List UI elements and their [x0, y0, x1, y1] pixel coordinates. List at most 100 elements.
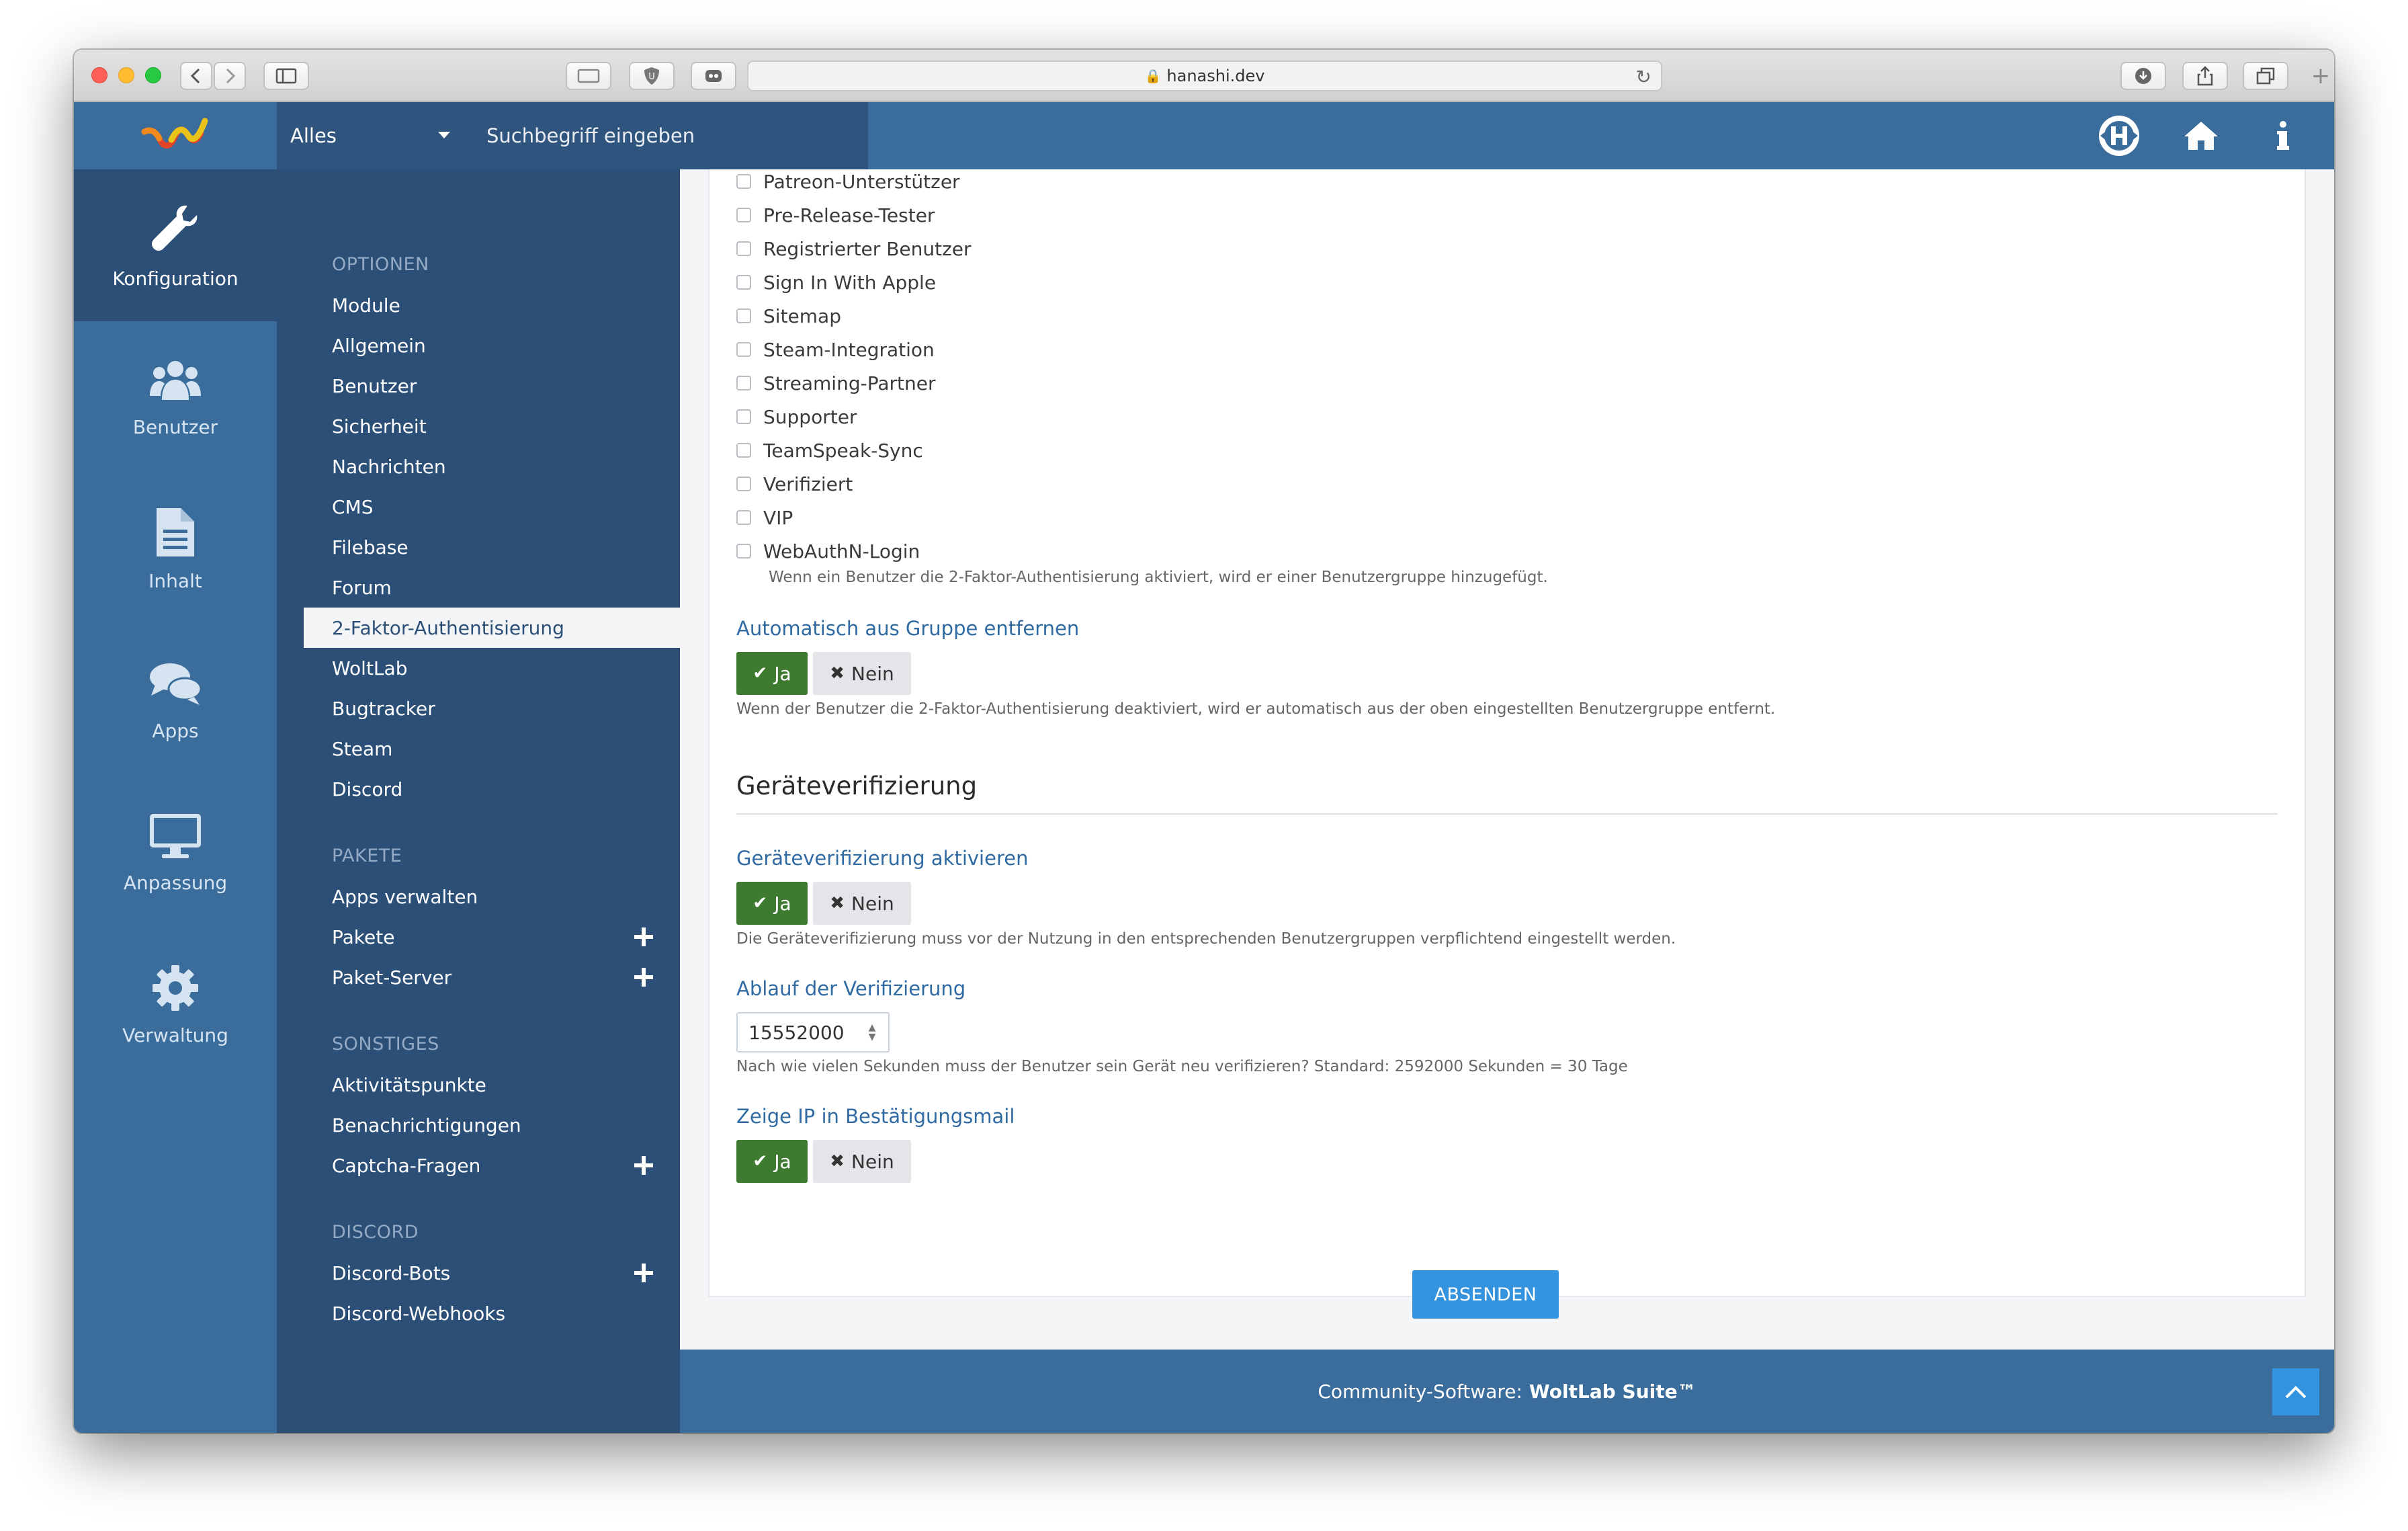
menu-item-cms[interactable]: CMS	[304, 487, 680, 527]
menu-section-sonstiges: SONSTIGES	[332, 1034, 439, 1054]
device-enable-description: Die Geräteverifizierung muss vor der Nut…	[736, 930, 1676, 948]
group-checkbox-row[interactable]: TeamSpeak-Sync	[736, 433, 923, 467]
menu-item-allgemein[interactable]: Allgemein	[304, 325, 680, 366]
device-enable-no-button[interactable]: ✖ Nein	[813, 882, 911, 925]
group-checkbox-row[interactable]: Registrierter Benutzer	[736, 232, 972, 265]
show-ip-no-button[interactable]: ✖ Nein	[813, 1140, 911, 1183]
rail-item-inhalt[interactable]: Inhalt	[74, 473, 277, 625]
plus-icon[interactable]	[634, 1156, 653, 1175]
menu-item-benachrichtigungen[interactable]: Benachrichtigungen	[304, 1105, 680, 1145]
menu-item-benutzer[interactable]: Benutzer	[304, 366, 680, 406]
checkbox[interactable]	[736, 443, 751, 458]
rail-item-apps[interactable]: Apps	[74, 625, 277, 777]
checkbox[interactable]	[736, 174, 751, 189]
group-checkbox-row[interactable]: Patreon-Unterstützer	[736, 165, 960, 198]
auto-remove-toggle: ✔ Ja ✖ Nein	[736, 652, 911, 695]
group-checkbox-row[interactable]: Supporter	[736, 400, 857, 433]
group-checkbox-row[interactable]: VIP	[736, 501, 793, 534]
checkbox[interactable]	[736, 308, 751, 323]
group-checkbox-row[interactable]: WebAuthN-Login	[736, 534, 920, 568]
rail-item-benutzer[interactable]: Benutzer	[74, 321, 277, 473]
plus-icon[interactable]	[634, 927, 653, 946]
group-checkbox-row[interactable]: Sign In With Apple	[736, 265, 936, 299]
checkbox[interactable]	[736, 409, 751, 424]
reload-icon[interactable]: ↻	[1636, 66, 1651, 88]
auto-remove-no-button[interactable]: ✖ Nein	[813, 652, 911, 695]
hanashi-profile-button[interactable]	[2098, 114, 2141, 157]
menu-item-forum[interactable]: Forum	[304, 567, 680, 608]
menu-item-discord-bots[interactable]: Discord-Bots	[304, 1253, 680, 1293]
menu-item-nachrichten[interactable]: Nachrichten	[304, 446, 680, 487]
sidebar-toggle-button[interactable]	[263, 62, 309, 90]
forward-button[interactable]	[214, 62, 246, 90]
device-enable-yes-button[interactable]: ✔ Ja	[736, 882, 808, 925]
checkbox[interactable]	[736, 208, 751, 222]
menu-item-discord[interactable]: Discord	[304, 769, 680, 809]
new-tab-button[interactable]: +	[2307, 62, 2334, 90]
no-label: Nein	[851, 1150, 894, 1173]
group-checkbox-row[interactable]: Pre-Release-Tester	[736, 198, 935, 232]
downloads-button[interactable]	[2120, 62, 2166, 90]
expiry-input[interactable]: 15552000 ▲ ▼	[736, 1012, 890, 1052]
home-button[interactable]	[2180, 114, 2223, 157]
scroll-to-top-button[interactable]	[2272, 1368, 2319, 1415]
menu-item-paket-server[interactable]: Paket-Server	[304, 957, 680, 997]
checkbox[interactable]	[736, 241, 751, 256]
menu-item-captcha-fragen[interactable]: Captcha-Fragen	[304, 1145, 680, 1186]
chevron-right-icon	[226, 68, 236, 84]
checkbox[interactable]	[736, 477, 751, 491]
rail-item-label: Apps	[152, 719, 199, 742]
info-button[interactable]	[2262, 114, 2305, 157]
no-label: Nein	[851, 892, 894, 915]
rail-item-konfiguration[interactable]: Konfiguration	[74, 169, 277, 321]
show-ip-yes-button[interactable]: ✔ Ja	[736, 1140, 808, 1183]
group-checkbox-row[interactable]: Sitemap	[736, 299, 841, 333]
search-input[interactable]	[465, 102, 868, 169]
checkbox[interactable]	[736, 275, 751, 290]
auto-remove-yes-button[interactable]: ✔ Ja	[736, 652, 808, 695]
stepper-icon[interactable]: ▲ ▼	[867, 1023, 877, 1043]
minimize-window-button[interactable]	[118, 67, 134, 83]
menu-item-aktivitaetspunkte[interactable]: Aktivitätspunkte	[304, 1065, 680, 1105]
group-label: Supporter	[763, 405, 857, 428]
menu-item-2-faktor-authentisierung[interactable]: 2-Faktor-Authentisierung	[304, 608, 680, 648]
menu-item-woltlab[interactable]: WoltLab	[304, 648, 680, 688]
close-window-button[interactable]	[91, 67, 108, 83]
submit-button[interactable]: ABSENDEN	[1412, 1270, 1559, 1319]
checkbox[interactable]	[736, 544, 751, 558]
checkbox[interactable]	[736, 376, 751, 390]
plus-icon[interactable]	[634, 1264, 653, 1282]
menu-item-module[interactable]: Module	[304, 285, 680, 325]
group-checkbox-row[interactable]: Verifiziert	[736, 467, 853, 501]
checkbox[interactable]	[736, 342, 751, 357]
search-scope-dropdown[interactable]: Alles	[277, 102, 465, 169]
close-icon: ✖	[830, 1151, 845, 1171]
menu-item-apps-verwalten[interactable]: Apps verwalten	[304, 876, 680, 917]
rail-item-verwaltung[interactable]: Verwaltung	[74, 929, 277, 1081]
tabs-overview-button[interactable]	[2243, 62, 2288, 90]
sub-navigation-menu: OPTIONEN Module Allgemein Benutzer Siche…	[277, 169, 680, 1433]
extension-button[interactable]	[566, 62, 611, 90]
rail-item-anpassung[interactable]: Anpassung	[74, 777, 277, 929]
menu-item-sicherheit[interactable]: Sicherheit	[304, 406, 680, 446]
footer-brand-link[interactable]: WoltLab Suite™	[1529, 1380, 1696, 1403]
maximize-window-button[interactable]	[145, 67, 161, 83]
menu-item-filebase[interactable]: Filebase	[304, 527, 680, 567]
ublock-button[interactable]: U	[629, 62, 675, 90]
back-button[interactable]	[180, 62, 212, 90]
group-checkbox-row[interactable]: Steam-Integration	[736, 333, 935, 366]
share-button[interactable]	[2182, 62, 2228, 90]
menu-item-bugtracker[interactable]: Bugtracker	[304, 688, 680, 729]
search-scope-label: Alles	[290, 124, 337, 147]
menu-item-pakete[interactable]: Pakete	[304, 917, 680, 957]
menu-item-discord-webhooks[interactable]: Discord-Webhooks	[304, 1293, 680, 1333]
plus-icon[interactable]	[634, 968, 653, 987]
url-text: hanashi.dev	[1166, 67, 1265, 85]
checkbox[interactable]	[736, 510, 751, 525]
logo[interactable]	[74, 102, 277, 169]
menu-item-steam[interactable]: Steam	[304, 729, 680, 769]
address-bar[interactable]: 🔒 hanashi.dev ↻	[747, 60, 1662, 91]
group-checkbox-row[interactable]: Streaming-Partner	[736, 366, 935, 400]
extension-2-button[interactable]	[691, 62, 736, 90]
chevron-up-icon	[2285, 1386, 2307, 1399]
